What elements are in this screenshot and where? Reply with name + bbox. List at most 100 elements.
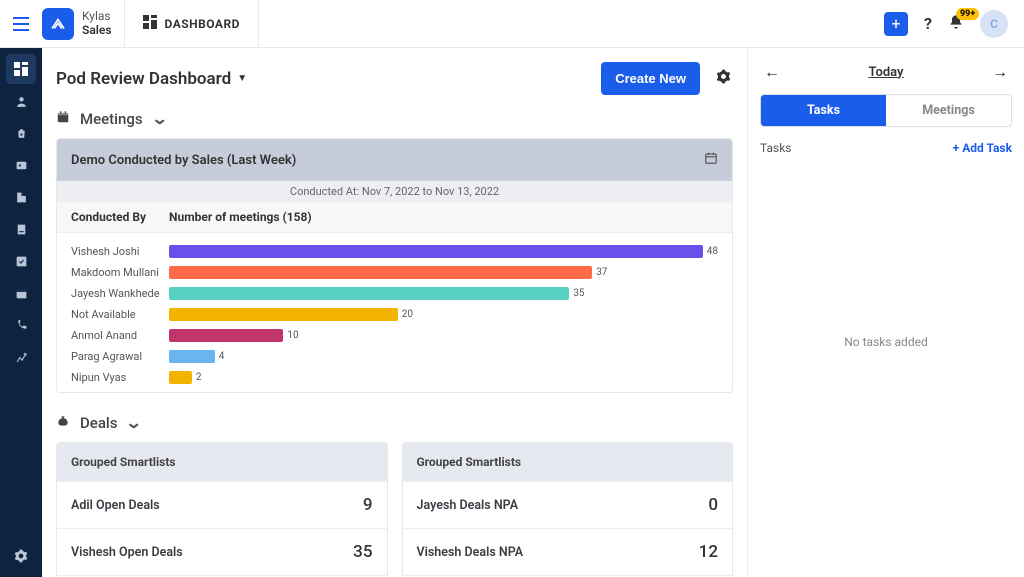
nav-phone[interactable] [6,310,36,340]
chart-bar-label: Not Available [71,308,169,321]
nav-doc[interactable] [6,214,36,244]
chart-bar[interactable] [169,266,592,279]
no-tasks-message: No tasks added [760,335,1012,349]
deal-row-label: Adil Open Deals [71,498,160,513]
chart-bar[interactable] [169,371,192,384]
tab-tasks[interactable]: Tasks [761,95,886,126]
chart-bar-value: 35 [573,288,584,299]
dashboard-tab[interactable]: DASHBOARD [125,0,259,47]
brand[interactable]: Kylas Sales [42,0,125,47]
nav-calendar[interactable] [6,278,36,308]
date-prev-arrow[interactable]: ← [764,62,780,82]
right-panel: ← Today → Tasks Meetings Tasks + Add Tas… [747,48,1024,577]
chart-card: Demo Conducted by Sales (Last Week) Cond… [56,138,733,393]
nav-settings[interactable] [6,541,36,571]
add-task-button[interactable]: + Add Task [953,141,1012,155]
chart-bar-row: Anmol Anand 10 [71,325,718,346]
section-deals-header: Deals ⌄ [56,409,733,442]
tasks-section-label: Tasks [760,141,792,155]
nav-check[interactable] [6,246,36,276]
chart-bar-label: Nipun Vyas [71,371,169,384]
deals-left-card: Grouped Smartlists Adil Open Deals 9 Vishe… [56,442,388,577]
deal-row-value: 0 [708,495,718,515]
calendar-icon [56,110,70,128]
nav-card[interactable] [6,150,36,180]
chart-bar-row: Parag Agrawal 4 [71,346,718,367]
chart-col2-header: Number of meetings (158) [169,210,312,224]
section-meetings-label: Meetings [80,110,143,128]
settings-gear-icon[interactable] [716,69,731,88]
money-bag-icon [56,414,70,432]
chart-bar-value: 4 [219,351,225,362]
chart-bar-label: Anmol Anand [71,329,169,342]
chart-bar-label: Jayesh Wankhede [71,287,169,300]
deal-row-value: 12 [699,542,718,562]
chart-bar-label: Parag Agrawal [71,350,169,363]
chart-bar-value: 10 [287,330,298,341]
nav-building[interactable] [6,182,36,212]
chart-col1-header: Conducted By [71,210,169,224]
chart-bar-value: 2 [196,372,202,383]
chart-bar[interactable] [169,245,703,258]
page-header: Pod Review Dashboard ▼ Create New [42,48,747,105]
nav-reports[interactable] [6,342,36,372]
dashboard-grid-icon [143,15,157,33]
deal-row-label: Jayesh Deals NPA [417,498,519,513]
brand-text: Kylas Sales [82,10,112,36]
chart-bar[interactable] [169,287,569,300]
page-title-text: Pod Review Dashboard [56,69,231,89]
brand-line2: Sales [82,24,112,37]
chart-bars: Vishesh Joshi48Makdoom Mullani37Jayesh W… [57,233,732,392]
chart-bar[interactable] [169,308,398,321]
chart-bar[interactable] [169,329,283,342]
chart-bar-row: Vishesh Joshi48 [71,241,718,262]
deal-row-value: 9 [363,495,373,515]
chart-bar-row: Makdoom Mullani37 [71,262,718,283]
plus-icon: + [953,141,960,155]
nav-bag[interactable] [6,118,36,148]
nav-dashboard[interactable] [6,54,36,84]
chart-bar-label: Makdoom Mullani [71,266,169,279]
dashboard-tab-label: DASHBOARD [165,17,240,31]
date-next-arrow[interactable]: → [992,62,1008,82]
deal-row[interactable]: Adil Open Deals 9 [57,481,387,528]
logo-icon [42,8,74,40]
deals-left-header: Grouped Smartlists [57,443,387,481]
quick-add-button[interactable]: + [884,12,908,36]
notifications-icon[interactable]: 99+ [948,14,964,34]
deal-row[interactable]: Vishesh Open Deals 35 [57,528,387,575]
chevron-down-icon[interactable]: ⌄ [125,413,142,432]
chart-date-picker-icon[interactable] [704,151,718,169]
top-actions: + ? 99+ C [884,10,1024,38]
help-icon[interactable]: ? [924,14,932,33]
topbar: Kylas Sales DASHBOARD + ? 99+ C [0,0,1024,48]
section-deals-label: Deals [80,414,117,432]
deal-row-label: Vishesh Open Deals [71,545,183,560]
deals-right-card: Grouped Smartlists Jayesh Deals NPA 0 Vish… [402,442,734,577]
page-title-dropdown[interactable]: Pod Review Dashboard ▼ [56,69,247,89]
brand-line1: Kylas [82,10,112,23]
tasks-meetings-toggle: Tasks Meetings [760,94,1012,127]
caret-down-icon: ▼ [237,73,247,84]
deal-row[interactable]: Jayesh Deals NPA 0 [403,481,733,528]
chart-bar-row: Not Available 20 [71,304,718,325]
create-new-button[interactable]: Create New [601,62,700,95]
deal-row[interactable]: Vishesh Deals NPA 12 [403,528,733,575]
deal-row-label: Vishesh Deals NPA [417,545,524,560]
chart-bar-row: Nipun Vyas 2 [71,367,718,388]
chart-bar-label: Vishesh Joshi [71,245,169,258]
deal-row-value: 35 [353,542,372,562]
chart-bar-value: 20 [402,309,413,320]
chevron-down-icon[interactable]: ⌄ [151,109,168,128]
chart-subtitle: Conducted At: Nov 7, 2022 to Nov 13, 202… [57,181,732,202]
hamburger-icon[interactable] [0,17,42,31]
chart-bar-row: Jayesh Wankhede 35 [71,283,718,304]
section-meetings-header: Meetings ⌄ [56,105,733,138]
chart-bar[interactable] [169,350,215,363]
tab-meetings[interactable]: Meetings [886,95,1011,126]
sidenav [0,48,42,577]
avatar[interactable]: C [980,10,1008,38]
nav-person[interactable] [6,86,36,116]
today-link[interactable]: Today [868,65,903,80]
deals-right-header: Grouped Smartlists [403,443,733,481]
